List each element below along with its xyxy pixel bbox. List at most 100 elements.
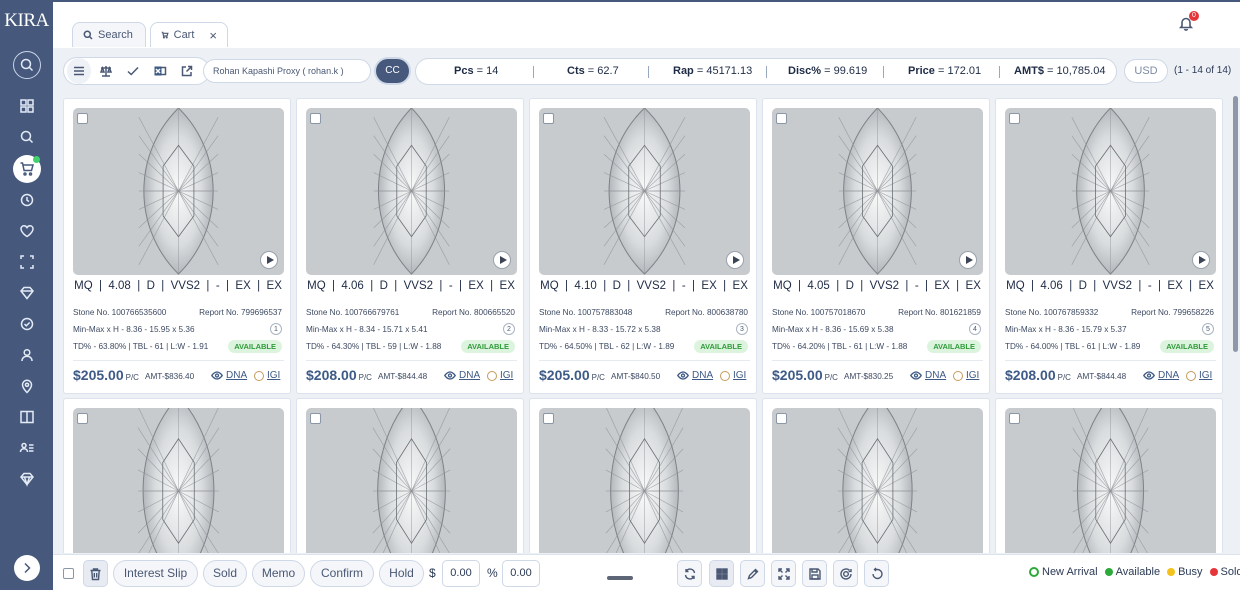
stone-checkbox[interactable] xyxy=(1009,413,1020,424)
check-icon[interactable] xyxy=(121,58,145,84)
stone-image[interactable] xyxy=(539,108,750,275)
stone-image[interactable] xyxy=(539,408,750,553)
dollar-input[interactable]: 0.00 xyxy=(442,560,480,587)
stone-card[interactable]: MQ | 4.05 | D | VVS2 | - | EX | EX Stone… xyxy=(762,98,990,394)
stone-card[interactable] xyxy=(762,398,990,553)
close-tab-icon[interactable]: × xyxy=(209,28,217,43)
dna-link[interactable]: DNA xyxy=(211,370,247,381)
stone-image[interactable] xyxy=(772,108,983,275)
lab-link[interactable]: IGI xyxy=(254,370,280,381)
lab-link[interactable]: IGI xyxy=(720,370,746,381)
stone-card[interactable] xyxy=(995,398,1223,553)
trash-icon xyxy=(90,567,101,580)
refresh-icon[interactable] xyxy=(677,560,702,587)
stone-image[interactable] xyxy=(73,408,284,553)
stone-checkbox[interactable] xyxy=(543,113,554,124)
stone-checkbox[interactable] xyxy=(776,113,787,124)
stone-image[interactable] xyxy=(73,108,284,275)
proxy-user-field[interactable]: Rohan Kapashi Proxy ( rohan.k ) xyxy=(203,59,371,83)
stone-image[interactable] xyxy=(1005,108,1216,275)
stone-checkbox[interactable] xyxy=(77,413,88,424)
tab-cart[interactable]: Cart × xyxy=(150,22,228,47)
report-number[interactable]: Report No. 799696537 xyxy=(199,308,282,317)
hold-button[interactable]: Hold xyxy=(379,560,424,587)
tab-search[interactable]: Search xyxy=(72,22,146,47)
drag-handle[interactable] xyxy=(607,576,633,580)
select-all-checkbox[interactable] xyxy=(63,568,74,579)
report-number[interactable]: Report No. 801621859 xyxy=(898,308,981,317)
edit-icon[interactable] xyxy=(740,560,765,587)
history-icon[interactable] xyxy=(13,186,41,214)
search-icon[interactable] xyxy=(13,123,41,151)
stone-card[interactable]: MQ | 4.06 | D | VVS2 | - | EX | EX Stone… xyxy=(296,98,524,394)
certificate-icon xyxy=(487,370,497,381)
compare-icon[interactable] xyxy=(94,58,118,84)
amount: AMT-$844.48 xyxy=(1077,372,1127,381)
lab-link[interactable]: IGI xyxy=(953,370,979,381)
diamond-icon[interactable] xyxy=(13,279,41,307)
excel-icon[interactable] xyxy=(148,58,172,84)
cc-button[interactable]: CC xyxy=(376,59,409,83)
play-video-icon[interactable] xyxy=(959,251,977,269)
summary-price: Price = 172.01 xyxy=(908,65,982,77)
stone-card[interactable]: MQ | 4.08 | D | VVS2 | - | EX | EX Stone… xyxy=(63,98,291,394)
stone-card[interactable]: MQ | 4.06 | D | VVS2 | - | EX | EX Stone… xyxy=(995,98,1223,394)
stone-image[interactable] xyxy=(1005,408,1216,553)
sidebar-search-icon[interactable] xyxy=(13,51,41,79)
lab-link[interactable]: IGI xyxy=(1186,370,1212,381)
lab-link[interactable]: IGI xyxy=(487,370,513,381)
play-video-icon[interactable] xyxy=(1192,251,1210,269)
heart-icon[interactable] xyxy=(13,217,41,245)
stone-checkbox[interactable] xyxy=(310,113,321,124)
reset-icon[interactable] xyxy=(864,560,889,587)
check-circle-icon[interactable] xyxy=(13,310,41,338)
legend-available: Available xyxy=(1104,566,1160,578)
save-icon[interactable] xyxy=(802,560,827,587)
diamond-photo xyxy=(137,408,220,553)
stone-card[interactable] xyxy=(63,398,291,553)
dashboard-icon[interactable] xyxy=(13,92,41,120)
stone-image[interactable] xyxy=(306,408,517,553)
dna-link[interactable]: DNA xyxy=(677,370,713,381)
stone-image[interactable] xyxy=(306,108,517,275)
play-video-icon[interactable] xyxy=(726,251,744,269)
stone-card[interactable]: MQ | 4.10 | D | VVS2 | - | EX | EX Stone… xyxy=(529,98,757,394)
report-number[interactable]: Report No. 800638780 xyxy=(665,308,748,317)
menu-icon[interactable] xyxy=(67,58,91,84)
confirm-button[interactable]: Confirm xyxy=(310,560,374,587)
stone-checkbox[interactable] xyxy=(77,113,88,124)
gem-icon[interactable] xyxy=(13,465,41,493)
dna-link[interactable]: DNA xyxy=(910,370,946,381)
sidebar-expand-icon[interactable] xyxy=(14,555,40,581)
stone-image[interactable] xyxy=(772,408,983,553)
user-list-icon[interactable] xyxy=(13,434,41,462)
grid-scrollbar[interactable] xyxy=(1233,96,1238,352)
user-icon[interactable] xyxy=(13,341,41,369)
percent-input[interactable]: 0.00 xyxy=(502,560,540,587)
dna-link[interactable]: DNA xyxy=(444,370,480,381)
play-video-icon[interactable] xyxy=(260,251,278,269)
interest-slip-button[interactable]: Interest Slip xyxy=(113,560,198,587)
dna-link[interactable]: DNA xyxy=(1143,370,1179,381)
sold-button[interactable]: Sold xyxy=(203,560,247,587)
book-icon[interactable] xyxy=(13,403,41,431)
scan-icon[interactable] xyxy=(13,248,41,276)
currency-button[interactable]: USD xyxy=(1124,59,1168,83)
stone-checkbox[interactable] xyxy=(543,413,554,424)
fullscreen-icon[interactable] xyxy=(771,560,796,587)
stone-card[interactable] xyxy=(529,398,757,553)
report-number[interactable]: Report No. 800665520 xyxy=(432,308,515,317)
share-icon[interactable] xyxy=(175,58,199,84)
grid-view-icon[interactable] xyxy=(709,560,734,587)
location-icon[interactable] xyxy=(13,372,41,400)
stone-checkbox[interactable] xyxy=(310,413,321,424)
report-number[interactable]: Report No. 799658226 xyxy=(1131,308,1214,317)
memo-button[interactable]: Memo xyxy=(252,560,305,587)
cart-icon[interactable] xyxy=(13,155,41,183)
stone-card[interactable] xyxy=(296,398,524,553)
delete-button[interactable] xyxy=(83,560,108,587)
stone-checkbox[interactable] xyxy=(1009,113,1020,124)
stone-checkbox[interactable] xyxy=(776,413,787,424)
rotate-view-icon[interactable] xyxy=(833,560,858,587)
play-video-icon[interactable] xyxy=(493,251,511,269)
